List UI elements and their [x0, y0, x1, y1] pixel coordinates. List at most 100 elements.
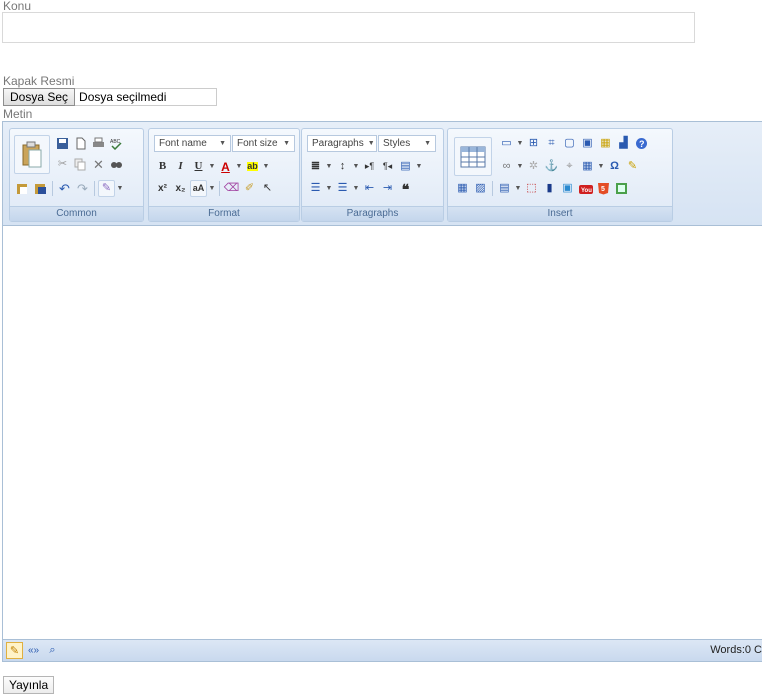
cover-image-file-input[interactable]: Dosya Seç Dosya seçilmedi [3, 88, 218, 106]
help-icon[interactable]: ? [633, 135, 650, 152]
chevron-down-icon[interactable]: ▼ [208, 185, 216, 192]
insert-link-icon[interactable]: ∞ [498, 158, 515, 175]
insert-chart-icon[interactable]: ▦ [454, 180, 471, 197]
format-painter-icon[interactable]: ✎ [98, 180, 115, 197]
unordered-list-icon[interactable]: ☰ [334, 180, 351, 197]
font-size-value: Font size [237, 138, 278, 149]
insert-template-icon[interactable]: ▢ [561, 135, 578, 152]
special-char-button[interactable]: Ω [606, 158, 623, 175]
insert-media-icon[interactable]: ▤ [496, 180, 513, 197]
code-mode-icon[interactable]: «» [25, 642, 42, 659]
unlink-icon[interactable]: ✲ [525, 158, 542, 175]
chevron-down-icon[interactable]: ▼ [514, 185, 522, 192]
insert-grid-icon[interactable]: ▦ [597, 135, 614, 152]
chevron-down-icon[interactable]: ▼ [235, 163, 243, 170]
subscript-icon[interactable]: x₂ [172, 180, 189, 197]
insert-snippet-icon[interactable]: ✎ [624, 158, 641, 175]
copy-icon[interactable] [72, 156, 89, 173]
chevron-down-icon[interactable]: ▼ [516, 163, 524, 170]
undo-icon[interactable]: ↶ [56, 180, 73, 197]
group-label-common: Common [10, 206, 143, 221]
outdent-icon[interactable]: ⇤ [361, 180, 378, 197]
html5-icon[interactable]: 5 [595, 180, 612, 197]
italic-glyph: I [178, 160, 183, 172]
choose-file-button[interactable]: Dosya Seç [3, 88, 76, 106]
ribbon-group-common: ABC ✂ ✕ ↶ ↷ ✎ ▼ Common [9, 128, 144, 222]
insert-box-icon[interactable]: ⊞ [525, 135, 542, 152]
publish-button[interactable]: Yayınla [3, 676, 55, 694]
paste-text-icon[interactable] [14, 180, 31, 197]
insert-page-icon[interactable]: ▣ [579, 135, 596, 152]
chevron-down-icon[interactable]: ▼ [208, 163, 216, 170]
highlight-glyph: ab [247, 161, 258, 171]
anchor-icon[interactable]: ⚓ [543, 158, 560, 175]
chevron-down-icon[interactable]: ▼ [352, 185, 360, 192]
ordered-list-icon[interactable]: ☰ [307, 180, 324, 197]
styles-select[interactable]: Styles ▼ [378, 135, 436, 152]
insert-block-icon[interactable]: ▟ [615, 135, 632, 152]
insert-video-icon[interactable]: ▮ [541, 180, 558, 197]
underline-button[interactable]: U [190, 158, 207, 175]
superscript-icon[interactable]: x² [154, 180, 171, 197]
line-spacing-icon[interactable]: ↕ [334, 158, 351, 175]
indent-icon[interactable]: ⇥ [379, 180, 396, 197]
preview-mode-icon[interactable]: ⌕ [44, 642, 61, 659]
cut-icon[interactable]: ✂ [54, 156, 71, 173]
font-color-button[interactable]: A [217, 158, 234, 175]
paragraphs-value: Paragraphs [312, 138, 364, 149]
save-icon[interactable] [54, 135, 71, 152]
chevron-down-icon[interactable]: ▼ [352, 163, 360, 170]
clear-format-icon[interactable]: ⌫ [223, 180, 240, 197]
chevron-down-icon[interactable]: ▼ [516, 140, 524, 147]
chevron-down-icon[interactable]: ▼ [325, 185, 333, 192]
change-case-icon[interactable]: aA [190, 180, 207, 197]
insert-document-icon[interactable] [613, 180, 630, 197]
font-name-select[interactable]: Font name ▼ [154, 135, 231, 152]
find-icon[interactable] [108, 156, 125, 173]
design-mode-icon[interactable]: ✎ [6, 642, 23, 659]
chevron-down-icon: ▼ [219, 140, 226, 147]
chevron-down-icon[interactable]: ▼ [597, 163, 605, 170]
paragraph-format-icon[interactable]: ▤ [397, 158, 414, 175]
font-size-select[interactable]: Font size ▼ [232, 135, 295, 152]
rtl-icon[interactable]: ¶◂ [379, 158, 396, 175]
bold-button[interactable]: B [154, 158, 171, 175]
chevron-down-icon[interactable]: ▼ [415, 163, 423, 170]
chevron-down-icon[interactable]: ▼ [262, 163, 270, 170]
paragraphs-select[interactable]: Paragraphs ▼ [307, 135, 377, 152]
italic-button[interactable]: I [172, 158, 189, 175]
insert-form-icon[interactable]: ▭ [498, 135, 515, 152]
editor-content-area[interactable] [3, 226, 762, 639]
insert-date-icon[interactable]: ▦ [579, 158, 596, 175]
chevron-down-icon[interactable]: ▼ [116, 185, 124, 192]
insert-layer-icon[interactable]: ⌗ [543, 135, 560, 152]
paste-word-icon[interactable] [32, 180, 49, 197]
insert-flash-icon[interactable]: ▣ [559, 180, 576, 197]
styles-value: Styles [383, 138, 411, 149]
new-document-icon[interactable] [72, 135, 89, 152]
justify-icon[interactable]: ≣ [307, 158, 324, 175]
paste-icon[interactable] [14, 135, 50, 174]
insert-pdf-icon[interactable]: ⬚ [523, 180, 540, 197]
redo-icon[interactable]: ↷ [74, 180, 91, 197]
select-pointer-icon[interactable]: ↖ [259, 180, 276, 197]
insert-image-icon[interactable]: ▨ [472, 180, 489, 197]
delete-icon[interactable]: ✕ [90, 156, 107, 173]
separator [492, 181, 493, 196]
print-icon[interactable] [90, 135, 107, 152]
rich-text-editor: ABC ✂ ✕ ↶ ↷ ✎ ▼ Common Font name ▼ Font … [2, 121, 762, 662]
chevron-down-icon: ▼ [367, 140, 375, 147]
youtube-icon[interactable]: You [577, 180, 594, 197]
blockquote-icon[interactable]: ❝ [397, 180, 414, 197]
editor-statusbar: ✎ «» ⌕ Words:0 C [3, 639, 762, 661]
highlight-button[interactable]: ab [244, 158, 261, 175]
font-color-glyph: A [221, 159, 230, 174]
insert-table-icon[interactable] [454, 137, 492, 176]
chevron-down-icon[interactable]: ▼ [325, 163, 333, 170]
spellcheck-icon[interactable]: ABC [108, 135, 125, 152]
ltr-icon[interactable]: ▸¶ [361, 158, 378, 175]
insert-image-map-icon[interactable]: ⌖ [561, 158, 578, 175]
format-painter-brush-icon[interactable]: ✐ [241, 180, 258, 197]
subject-input[interactable] [2, 12, 695, 43]
chevron-down-icon: ▼ [283, 140, 290, 147]
